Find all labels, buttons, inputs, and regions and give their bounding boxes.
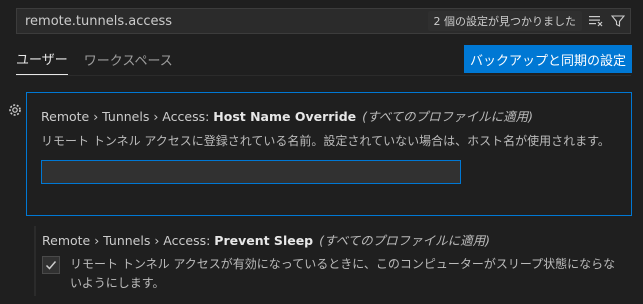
clear-filter-icon[interactable] bbox=[586, 11, 606, 31]
host-name-override-input[interactable] bbox=[41, 160, 461, 184]
prevent-sleep-checkbox[interactable] bbox=[42, 256, 60, 274]
setting-scope: (すべてのプロファイルに適用) bbox=[362, 109, 534, 124]
setting-host-name-override: Remote › Tunnels › Access: Host Name Ove… bbox=[26, 92, 632, 216]
setting-title: Remote › Tunnels › Access: Prevent Sleep… bbox=[42, 230, 632, 249]
setting-category: Remote › Tunnels › Access: bbox=[42, 233, 215, 248]
setting-category: Remote › Tunnels › Access: bbox=[41, 109, 214, 124]
setting-description: リモート トンネル アクセスに登録されている名前。設定されていない場合は、ホスト… bbox=[41, 134, 610, 148]
tab-workspace[interactable]: ワークスペース bbox=[84, 46, 173, 75]
setting-name: Prevent Sleep bbox=[214, 233, 314, 248]
backup-sync-settings-button[interactable]: バックアップと同期の設定 bbox=[463, 45, 632, 73]
setting-title: Remote › Tunnels › Access: Host Name Ove… bbox=[41, 106, 617, 125]
settings-search-input[interactable] bbox=[17, 9, 428, 33]
settings-scope-tabs: ユーザー ワークスペース bbox=[16, 47, 189, 75]
prevent-sleep-label: リモート トンネル アクセスが有効になっているときに、このコンピューターがスリー… bbox=[70, 257, 616, 290]
tab-user[interactable]: ユーザー bbox=[16, 45, 68, 75]
check-icon bbox=[45, 261, 57, 270]
settings-editor: 2 個の設定が見つかりました ユーザー ワークスペース バックアップと同期の設定 bbox=[0, 0, 643, 304]
gear-icon[interactable] bbox=[7, 102, 23, 118]
setting-prevent-sleep: Remote › Tunnels › Access: Prevent Sleep… bbox=[34, 226, 632, 296]
settings-search-bar: 2 個の設定が見つかりました bbox=[16, 8, 631, 34]
prevent-sleep-row: リモート トンネル アクセスが有効になっているときに、このコンピューターがスリー… bbox=[42, 255, 632, 293]
results-count-badge: 2 個の設定が見つかりました bbox=[427, 11, 582, 31]
setting-scope: (すべてのプロファイルに適用) bbox=[319, 233, 491, 248]
filter-icon[interactable] bbox=[608, 11, 628, 31]
tabs-divider bbox=[16, 75, 631, 76]
setting-name: Host Name Override bbox=[213, 109, 357, 124]
